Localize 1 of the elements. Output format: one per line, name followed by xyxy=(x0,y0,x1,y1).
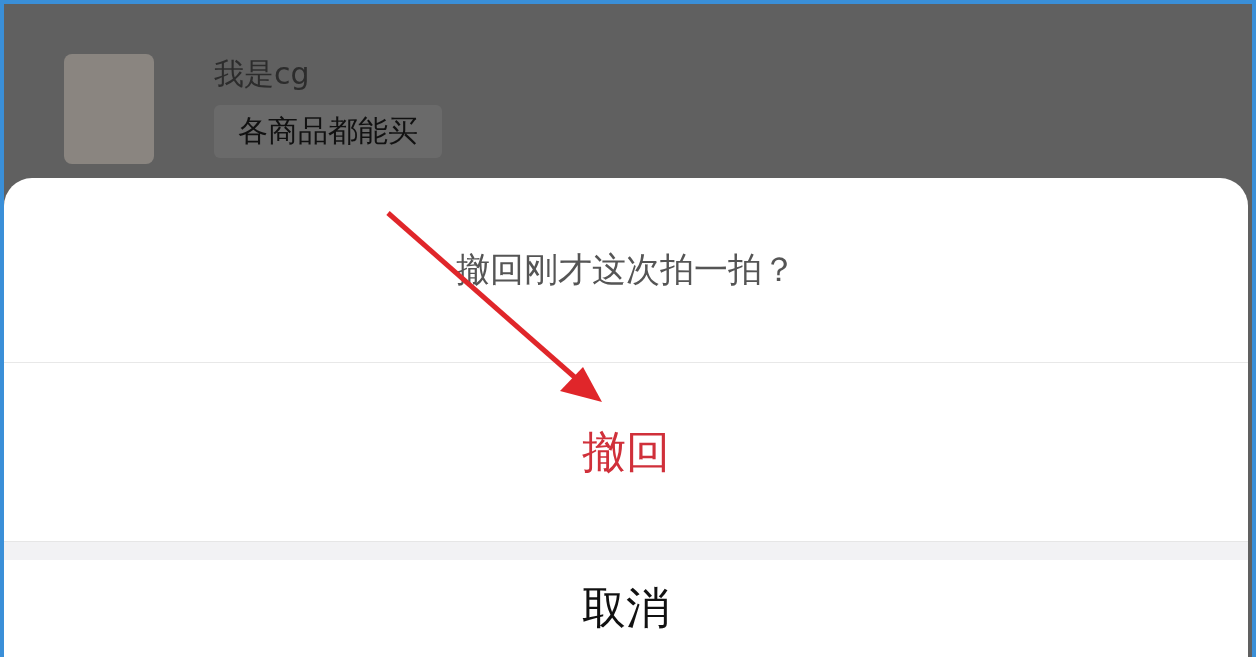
message-bubble: 各商品都能买 xyxy=(214,105,442,158)
